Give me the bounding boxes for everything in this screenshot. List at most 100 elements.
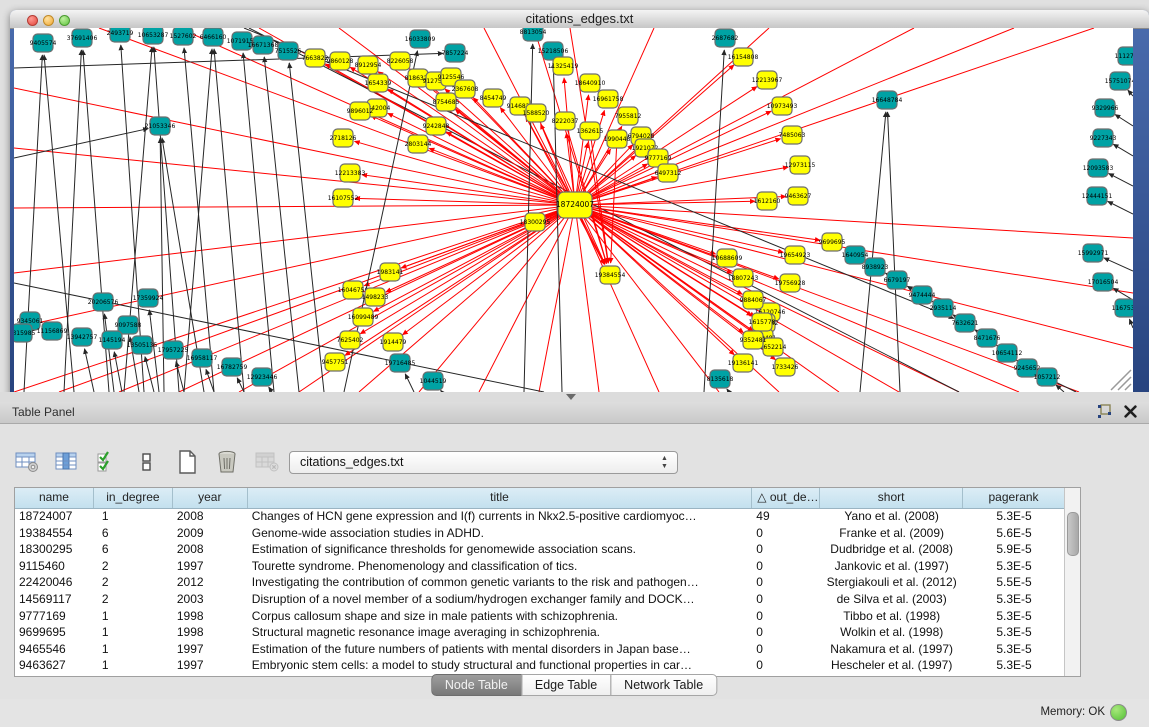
graph-edge[interactable] <box>575 205 1133 238</box>
graph-node[interactable]: 1612160 <box>754 192 781 210</box>
table-cell[interactable]: Nakamura et al. (1997) <box>820 641 963 658</box>
graph-node[interactable]: 2718126 <box>330 129 357 147</box>
graph-node[interactable]: 1498233 <box>362 288 389 306</box>
table-cell[interactable]: Changes of HCN gene expression and I(f) … <box>248 508 753 525</box>
graph-node[interactable]: 9699695 <box>819 233 846 251</box>
graph-node[interactable]: 20206576 <box>88 293 119 311</box>
float-window-icon[interactable] <box>1097 404 1112 419</box>
table-cell[interactable]: 6 <box>94 541 173 558</box>
table-cell[interactable]: 1 <box>94 624 173 641</box>
table-cell[interactable]: 1997 <box>173 641 248 658</box>
table-cell[interactable]: Corpus callosum shape and size in male p… <box>248 608 753 625</box>
table-cell[interactable]: 5.3E-5 <box>963 558 1065 575</box>
table-cell[interactable]: 2 <box>94 558 173 575</box>
graph-edge[interactable] <box>405 374 414 392</box>
graph-node[interactable]: 2935114 <box>930 299 957 317</box>
graph-node[interactable]: 1057212 <box>1034 368 1061 386</box>
table-cell[interactable]: Structural magnetic resonance image aver… <box>248 624 753 641</box>
table-cell[interactable]: Yano et al. (2008) <box>820 508 963 525</box>
table-cell[interactable]: 2009 <box>173 525 248 542</box>
table-cell[interactable]: 1 <box>94 641 173 658</box>
table-cell[interactable]: 1997 <box>173 657 248 674</box>
table-cell[interactable]: 22420046 <box>15 574 94 591</box>
table-cell[interactable]: 5.3E-5 <box>963 508 1065 525</box>
graph-node[interactable]: 9457751 <box>322 353 349 371</box>
table-scrollbar[interactable] <box>1064 488 1080 676</box>
table-cell[interactable]: 5.5E-5 <box>963 574 1065 591</box>
graph-node[interactable]: 15992971 <box>1078 244 1109 262</box>
graph-node[interactable]: 8471676 <box>974 329 1001 347</box>
delete-column-icon[interactable] <box>214 449 240 475</box>
table-cell[interactable]: Embryonic stem cells: a model to study s… <box>248 657 753 674</box>
graph-node[interactable]: 1588520 <box>523 104 550 122</box>
graph-edge[interactable] <box>289 63 324 392</box>
graph-edge[interactable] <box>611 139 617 263</box>
graph-node[interactable]: 7955812 <box>615 107 642 125</box>
table-cell[interactable]: 2008 <box>173 508 248 525</box>
graph-edge[interactable] <box>575 205 599 392</box>
table-selector-dropdown[interactable]: citations_edges.txt ▲▼ <box>289 451 678 474</box>
table-scrollbar-thumb[interactable] <box>1067 512 1079 556</box>
graph-edge[interactable] <box>386 205 575 292</box>
graph-node[interactable]: 1044519 <box>420 372 447 390</box>
graph-node[interactable]: 8222037 <box>552 112 579 130</box>
graph-node[interactable]: 12213967 <box>752 71 783 89</box>
graph-node[interactable]: 7663822 <box>302 49 329 67</box>
table-cell[interactable]: Investigating the contribution of common… <box>248 574 753 591</box>
graph-edge[interactable] <box>1129 319 1133 328</box>
graph-node[interactable]: 9463627 <box>785 187 812 205</box>
table-cell[interactable]: Dudbridge et al. (2008) <box>820 541 963 558</box>
table-cell[interactable]: Genome-wide association studies in ADHD. <box>248 525 753 542</box>
graph-node[interactable]: 12444151 <box>1082 187 1113 205</box>
graph-node[interactable]: 16033809 <box>405 30 436 48</box>
graph-node[interactable]: 1914479 <box>380 333 407 351</box>
table-cell[interactable]: Disruption of a novel member of a sodium… <box>248 591 753 608</box>
table-cell[interactable]: 18724007 <box>15 508 94 525</box>
graph-node[interactable]: 1112760 <box>1115 47 1133 65</box>
table-cell[interactable]: 1998 <box>173 608 248 625</box>
table-cell[interactable]: Tourette syndrome. Phenomenology and cla… <box>248 558 753 575</box>
graph-node[interactable]: 8912954 <box>355 56 382 74</box>
graph-node[interactable]: 37691406 <box>67 29 98 47</box>
table-cell[interactable]: 1 <box>94 657 173 674</box>
graph-node[interactable]: 16648784 <box>872 91 903 109</box>
graph-node[interactable]: 1640954 <box>842 246 869 264</box>
table-cell[interactable]: 5.3E-5 <box>963 641 1065 658</box>
table-row[interactable]: 1872400712008Changes of HCN gene express… <box>15 508 1065 525</box>
graph-edge[interactable] <box>85 349 94 392</box>
table-cell[interactable]: 5.6E-5 <box>963 525 1065 542</box>
graph-node[interactable]: 1145194 <box>99 331 126 349</box>
graph-node[interactable]: 10973493 <box>767 97 798 115</box>
graph-node[interactable]: 15751074 <box>1105 72 1133 90</box>
create-column-icon[interactable] <box>174 449 200 475</box>
graph-node[interactable]: 8454749 <box>480 89 507 107</box>
table-cell[interactable]: 0 <box>752 608 820 625</box>
panel-splitter[interactable] <box>0 392 1149 402</box>
table-row[interactable]: 1830029562008Estimation of significance … <box>15 541 1065 558</box>
graph-node[interactable]: 9352481 <box>740 331 767 349</box>
graph-node[interactable]: 1167533 <box>1112 299 1133 317</box>
table-row[interactable]: 977716911998Corpus callosum shape and si… <box>15 608 1065 625</box>
graph-node[interactable]: 1733426 <box>772 358 799 376</box>
graph-node[interactable]: 9884067 <box>740 291 767 309</box>
table-cell[interactable]: Franke et al. (2009) <box>820 525 963 542</box>
network-canvas[interactable]: 1872400794055743769140624937191065328715… <box>14 28 1133 392</box>
window-titlebar[interactable]: citations_edges.txt <box>10 10 1149 29</box>
table-row[interactable]: 911546021997Tourette syndrome. Phenomeno… <box>15 558 1065 575</box>
graph-edge[interactable] <box>888 112 900 392</box>
graph-edge[interactable] <box>1108 201 1133 214</box>
graph-node[interactable]: 6679197 <box>884 271 911 289</box>
table-cell[interactable]: 49 <box>752 508 820 525</box>
graph-node[interactable]: 7485063 <box>779 126 806 144</box>
graph-node[interactable]: 1527602 <box>170 28 197 45</box>
table-row[interactable]: 946362711997Embryonic stem cells: a mode… <box>15 657 1065 674</box>
table-cell[interactable]: 2 <box>94 574 173 591</box>
show-columns-icon[interactable] <box>54 449 80 475</box>
table-cell[interactable]: 0 <box>752 525 820 542</box>
graph-edge[interactable] <box>1109 173 1133 186</box>
tab-edge-table[interactable]: Edge Table <box>521 674 611 696</box>
graph-node[interactable]: 1990448 <box>604 130 631 148</box>
graph-node[interactable]: 6497312 <box>655 164 682 182</box>
graph-node[interactable]: 1362615 <box>577 122 604 140</box>
table-cell[interactable]: Stergiakouli et al. (2012) <box>820 574 963 591</box>
